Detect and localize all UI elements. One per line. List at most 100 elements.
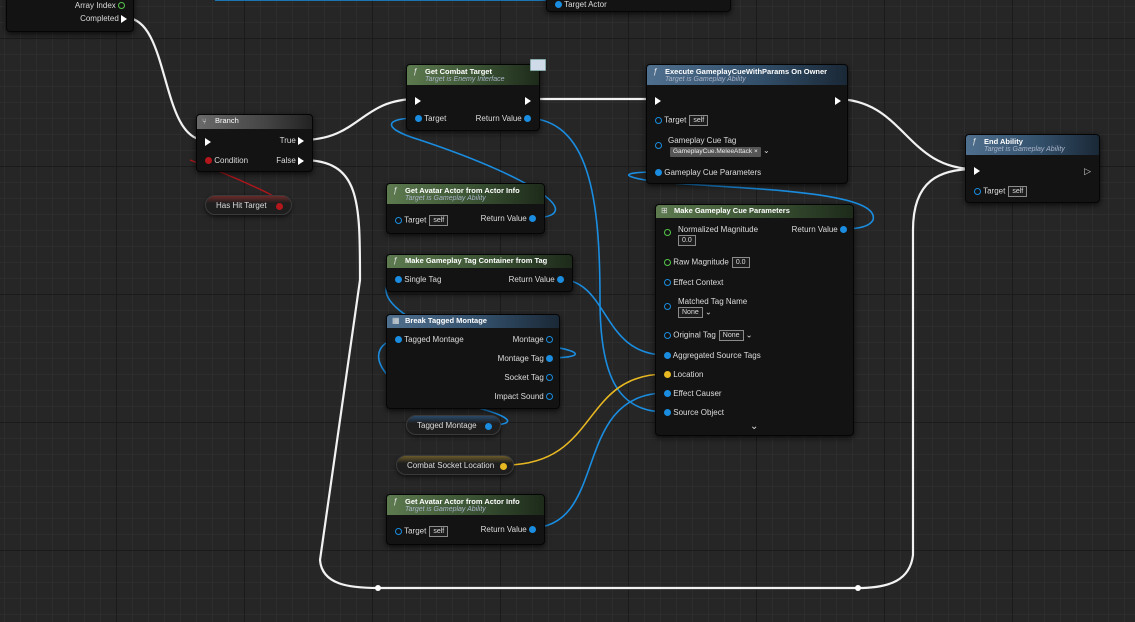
original-tag-pin[interactable]: [664, 332, 671, 339]
location-pin[interactable]: [664, 371, 671, 379]
montage-tag-pin[interactable]: [546, 355, 553, 363]
avatar1-self-field[interactable]: self: [429, 215, 449, 226]
avatar1-return-pin[interactable]: [529, 215, 536, 223]
tag-container-return-pin[interactable]: [557, 276, 564, 284]
socket-tag-pin[interactable]: [546, 374, 553, 382]
get-combat-target-subtitle: Target is Enemy Interface: [425, 76, 505, 83]
matched-tag-pin[interactable]: [664, 303, 671, 310]
end-ability-header: ƒ End Ability Target is Gameplay Ability: [966, 135, 1099, 155]
cue-tag-value: GameplayCue.MeleeAttack: [673, 148, 753, 155]
avatar2-return-pin[interactable]: [529, 526, 536, 534]
effect-causer-pin[interactable]: [664, 390, 671, 398]
break-tagged-montage-node[interactable]: ▦ Break Tagged Montage Tagged Montage Mo…: [386, 314, 560, 409]
reroute-node-left[interactable]: [375, 585, 381, 591]
montage-label: Montage: [512, 335, 544, 344]
branch-title: Branch: [215, 116, 239, 125]
top-node-fragment[interactable]: Target Actor: [546, 0, 731, 12]
combat-return-pin[interactable]: [524, 115, 531, 123]
chevron-down-icon[interactable]: ⌄: [746, 331, 753, 340]
has-hit-target-var[interactable]: Has Hit Target: [205, 195, 292, 215]
avatar2-target-pin[interactable]: [395, 528, 402, 535]
chevron-down-icon[interactable]: ⌄: [763, 146, 770, 155]
normalized-field[interactable]: 0.0: [678, 235, 696, 246]
aggregated-pin[interactable]: [664, 352, 671, 360]
avatar1-subtitle: Target is Gameplay Ability: [405, 195, 486, 202]
branch-true-pin[interactable]: [298, 136, 304, 145]
function-icon: ƒ: [393, 256, 398, 265]
effect-context-pin[interactable]: [664, 279, 671, 287]
get-avatar-actor-node-2[interactable]: ƒ Get Avatar Actor from Actor Info Targe…: [386, 494, 545, 545]
function-icon: ƒ: [393, 497, 398, 506]
target-actor-pin[interactable]: [555, 1, 562, 9]
avatar1-title: Get Avatar Actor from Actor Info: [405, 186, 520, 195]
normalized-label: Normalized Magnitude: [678, 225, 759, 234]
single-tag-label: Single Tag: [404, 275, 442, 284]
combat-exec-out-pin[interactable]: [525, 96, 531, 105]
branch-header: ⑂ Branch: [197, 115, 312, 129]
tagged-montage-var-pin[interactable]: [485, 423, 492, 430]
params-return-pin[interactable]: [840, 226, 847, 234]
branch-exec-in-pin[interactable]: [205, 137, 211, 146]
end-target-pin[interactable]: [974, 188, 981, 195]
raw-label: Raw Magnitude: [673, 257, 729, 267]
combat-socket-location-label: Combat Socket Location: [407, 461, 495, 470]
for-each-node-fragment[interactable]: Array Index Completed: [6, 0, 134, 32]
combat-target-pin[interactable]: [415, 115, 422, 123]
combat-exec-in-pin[interactable]: [415, 96, 421, 105]
graph-canvas[interactable]: [0, 0, 1135, 622]
get-combat-target-node[interactable]: ƒ Get Combat Target Target is Enemy Inte…: [406, 64, 540, 131]
execute-cue-node[interactable]: ƒ Execute GameplayCueWithParams On Owner…: [646, 64, 848, 184]
end-exec-in-pin[interactable]: [974, 166, 980, 175]
reroute-node-right[interactable]: [855, 585, 861, 591]
cue-tag-chip[interactable]: GameplayCue.MeleeAttack ×: [670, 147, 761, 157]
make-cue-params-node[interactable]: ⊞ Make Gameplay Cue Parameters Normalize…: [655, 204, 854, 436]
normalized-pin[interactable]: [664, 229, 671, 236]
clear-tag-icon[interactable]: ×: [754, 148, 758, 155]
combat-socket-location-var[interactable]: Combat Socket Location: [396, 455, 514, 475]
cue-tag-label: Gameplay Cue Tag: [668, 136, 737, 145]
tagged-montage-in-pin[interactable]: [395, 336, 402, 344]
make-tag-container-node[interactable]: ƒ Make Gameplay Tag Container from Tag S…: [386, 254, 573, 292]
raw-field[interactable]: 0.0: [731, 257, 750, 268]
end-self-field[interactable]: self: [1008, 186, 1028, 197]
raw-pin[interactable]: [664, 259, 671, 266]
location-label: Location: [673, 370, 704, 379]
chevron-down-icon[interactable]: ⌄: [705, 308, 712, 317]
cue-tag-pin[interactable]: [655, 142, 662, 149]
effect-context-label: Effect Context: [673, 278, 724, 287]
function-icon: ƒ: [393, 186, 398, 195]
socket-tag-label: Socket Tag: [504, 373, 544, 382]
original-tag-label: Original Tag: [673, 330, 716, 340]
impact-sound-pin[interactable]: [546, 393, 553, 401]
function-icon: ƒ: [413, 67, 418, 76]
execute-exec-in-pin[interactable]: [655, 96, 661, 105]
avatar2-self-field[interactable]: self: [429, 526, 449, 537]
cue-params-pin[interactable]: [655, 169, 662, 177]
single-tag-pin[interactable]: [395, 276, 402, 284]
completed-exec-pin[interactable]: [121, 14, 127, 23]
branch-false-pin[interactable]: [298, 156, 304, 165]
target-actor-label: Target Actor: [564, 0, 607, 9]
execute-target-pin[interactable]: [655, 117, 662, 124]
avatar1-target-pin[interactable]: [395, 217, 402, 224]
break-montage-header: ▦ Break Tagged Montage: [387, 315, 559, 328]
original-tag-field[interactable]: None: [718, 330, 744, 341]
execute-cue-subtitle: Target is Gameplay Ability: [665, 76, 746, 83]
expand-chevron-icon[interactable]: ⌄: [750, 421, 758, 432]
montage-pin[interactable]: [546, 336, 553, 344]
make-struct-icon: ⊞: [661, 206, 668, 215]
execute-self-field[interactable]: self: [689, 115, 709, 126]
branch-node[interactable]: ⑂ Branch True Condition False: [196, 114, 313, 172]
execute-exec-out-pin[interactable]: [835, 96, 841, 105]
get-avatar-actor-node-1[interactable]: ƒ Get Avatar Actor from Actor Info Targe…: [386, 183, 545, 234]
end-ability-node[interactable]: ƒ End Ability Target is Gameplay Ability…: [965, 134, 1100, 203]
aggregated-label: Aggregated Source Tags: [672, 351, 761, 360]
array-index-pin[interactable]: [118, 2, 125, 10]
combat-socket-location-pin[interactable]: [500, 463, 507, 470]
combat-target-label: Target: [424, 114, 447, 123]
tagged-montage-var[interactable]: Tagged Montage: [406, 415, 501, 435]
source-object-pin[interactable]: [664, 409, 671, 417]
matched-tag-field[interactable]: None: [678, 307, 703, 318]
branch-condition-pin[interactable]: [205, 157, 212, 165]
has-hit-target-pin[interactable]: [276, 203, 283, 210]
